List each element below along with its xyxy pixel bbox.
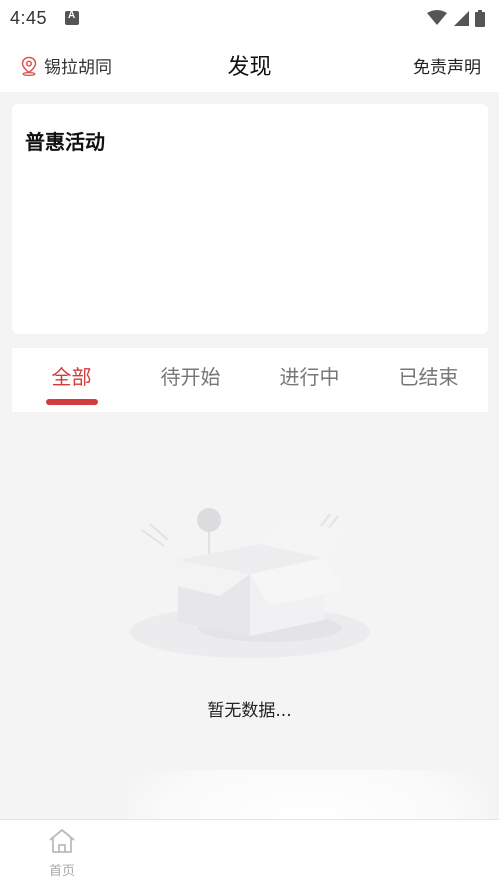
- bottom-nav: 首页: [0, 819, 499, 888]
- tab-all[interactable]: 全部: [12, 348, 131, 412]
- tab-upcoming[interactable]: 待开始: [131, 348, 250, 412]
- wifi-icon: [427, 10, 447, 25]
- app-notification-icon: [65, 10, 80, 25]
- empty-box-illustration: [130, 508, 370, 658]
- disclaimer-link[interactable]: 免责声明: [413, 53, 481, 78]
- nav-item-home[interactable]: 首页: [38, 828, 86, 879]
- home-icon: [49, 829, 75, 853]
- promo-title: 普惠活动: [25, 130, 105, 154]
- tab-label: 已结束: [398, 365, 459, 389]
- signal-icon: [454, 11, 469, 26]
- header: 锡拉胡同 发现 免责声明: [0, 36, 499, 92]
- status-time: 4:45: [10, 7, 48, 28]
- tab-label: 全部: [51, 365, 92, 389]
- discover-screen: 4:45 锡拉胡同 发现 免责声明: [0, 0, 499, 888]
- empty-state-message: 暂无数据...: [207, 701, 292, 721]
- activity-tabs: 全部 待开始 进行中 已结束: [12, 348, 488, 412]
- tab-label: 进行中: [279, 365, 340, 389]
- battery-icon: [475, 9, 485, 27]
- tab-ended[interactable]: 已结束: [369, 348, 488, 412]
- promo-card[interactable]: 普惠活动: [12, 104, 488, 334]
- tab-in-progress[interactable]: 进行中: [250, 348, 369, 412]
- tab-active-indicator: [46, 399, 98, 405]
- nav-label-home: 首页: [48, 864, 75, 879]
- status-bar: 4:45: [0, 0, 499, 36]
- status-icons: [427, 9, 485, 27]
- tab-label: 待开始: [160, 365, 221, 389]
